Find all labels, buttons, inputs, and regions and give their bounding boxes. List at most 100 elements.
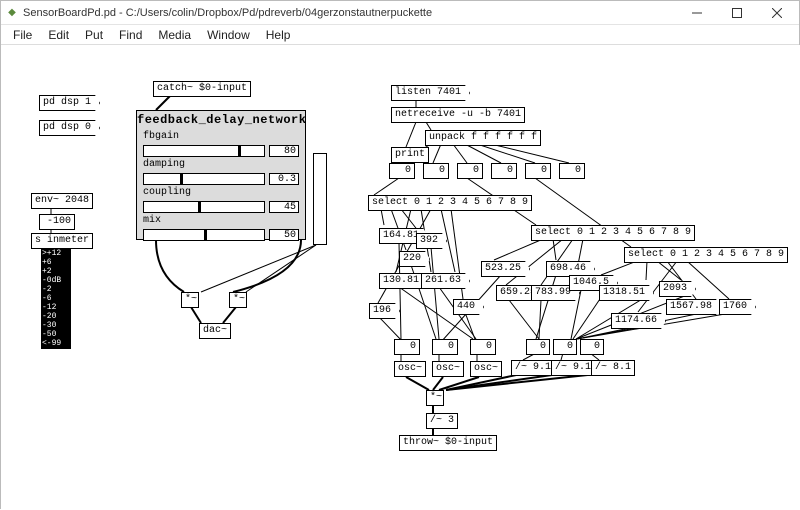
- label-coupling: coupling: [137, 187, 305, 198]
- label-damping: damping: [137, 159, 305, 170]
- slider-vertical[interactable]: [313, 153, 327, 245]
- obj-select-1[interactable]: select 0 1 2 3 4 5 6 7 8 9: [368, 195, 532, 211]
- vu-tick: -2: [41, 285, 71, 294]
- label-mix: mix: [137, 215, 305, 226]
- msg-dsp-1[interactable]: pd dsp 1: [39, 95, 100, 111]
- msg-freq-220[interactable]: 220: [399, 251, 430, 267]
- obj-label: *~: [185, 294, 197, 305]
- msg-dsp-0[interactable]: pd dsp 0: [39, 120, 100, 136]
- msg-freq-392[interactable]: 392: [416, 233, 447, 249]
- menu-put[interactable]: Put: [77, 26, 111, 44]
- vu-tick: -12: [41, 303, 71, 312]
- menu-edit[interactable]: Edit: [40, 26, 77, 44]
- msg-freq-698[interactable]: 698.46: [546, 261, 595, 277]
- label-fbgain: fbgain: [137, 131, 305, 142]
- obj-select-2[interactable]: select 0 1 2 3 4 5 6 7 8 9: [531, 225, 695, 241]
- obj-netreceive[interactable]: netreceive -u -b 7401: [391, 107, 525, 123]
- obj-label: select 0 1 2 3 4 5 6 7 8 9: [372, 197, 528, 208]
- patch-canvas[interactable]: pd dsp 1 pd dsp 0 env~ 2048 -100 s inmet…: [1, 45, 800, 510]
- close-button[interactable]: [757, 1, 797, 25]
- menu-find[interactable]: Find: [111, 26, 150, 44]
- menu-bar: File Edit Put Find Media Window Help: [1, 25, 799, 45]
- obj-label: dac~: [203, 325, 227, 336]
- obj-osc-2[interactable]: osc~: [432, 361, 464, 377]
- obj-dac[interactable]: dac~: [199, 323, 231, 339]
- vu-tick: >+12: [41, 249, 71, 258]
- menu-window[interactable]: Window: [199, 26, 258, 44]
- vu-meter: >+12 +6 +2 -0dB -2 -6 -12 -20 -30 -50 <-…: [41, 249, 71, 349]
- num-damping[interactable]: 0.3: [269, 173, 299, 185]
- obj-div-final[interactable]: /~ 3: [426, 413, 458, 429]
- num-unpack-1[interactable]: 0: [423, 163, 449, 179]
- obj-send-inmeter[interactable]: s inmeter: [31, 233, 93, 249]
- obj-label: *~: [233, 294, 245, 305]
- num-value: -100: [47, 216, 71, 227]
- maximize-button[interactable]: [717, 1, 757, 25]
- obj-throw[interactable]: throw~ $0-input: [399, 435, 497, 451]
- obj-env[interactable]: env~ 2048: [31, 193, 93, 209]
- slider-fbgain[interactable]: [143, 145, 265, 157]
- obj-select-3[interactable]: select 0 1 2 3 4 5 6 7 8 9: [624, 247, 788, 263]
- msg-freq-1760[interactable]: 1760: [719, 299, 756, 315]
- slider-coupling[interactable]: [143, 201, 265, 213]
- vu-tick: -0dB: [41, 276, 71, 285]
- num-unpack-0[interactable]: 0: [389, 163, 415, 179]
- vu-tick: -6: [41, 294, 71, 303]
- obj-label: print: [395, 149, 425, 160]
- msg-freq-130[interactable]: 130.81: [379, 273, 428, 289]
- obj-label: env~ 2048: [35, 195, 89, 206]
- vu-tick: <-99: [41, 339, 71, 348]
- msg-freq-2093[interactable]: 2093: [659, 281, 696, 297]
- obj-catch[interactable]: catch~ $0-input: [153, 81, 251, 97]
- menu-file[interactable]: File: [5, 26, 40, 44]
- minimize-button[interactable]: [677, 1, 717, 25]
- num-fbgain[interactable]: 80: [269, 145, 299, 157]
- num-unpack-5[interactable]: 0: [559, 163, 585, 179]
- obj-osc-1[interactable]: osc~: [394, 361, 426, 377]
- vu-tick: +6: [41, 258, 71, 267]
- slider-damping[interactable]: [143, 173, 265, 185]
- num-coupling[interactable]: 45: [269, 201, 299, 213]
- title-bar: ◆ SensorBoardPd.pd - C:/Users/colin/Drop…: [1, 1, 799, 25]
- num-unpack-4[interactable]: 0: [525, 163, 551, 179]
- obj-mul-sum[interactable]: *~: [426, 390, 444, 406]
- msg-freq-1174[interactable]: 1174.66: [611, 313, 666, 329]
- num-recv-1[interactable]: 0: [432, 339, 458, 355]
- msg-listen[interactable]: listen 7401: [391, 85, 470, 101]
- obj-div-2[interactable]: /~ 9.1: [551, 360, 595, 376]
- msg-freq-440[interactable]: 440: [453, 299, 484, 315]
- slider-mix[interactable]: [143, 229, 265, 241]
- obj-label: unpack f f f f f f: [429, 132, 537, 143]
- msg-freq-1318[interactable]: 1318.51: [599, 285, 654, 301]
- num-recv-2[interactable]: 0: [470, 339, 496, 355]
- vu-tick: -30: [41, 321, 71, 330]
- subpatch-fdn[interactable]: feedback_delay_network fbgain 80 damping…: [136, 110, 306, 240]
- num-mix[interactable]: 50: [269, 229, 299, 241]
- num-unpack-2[interactable]: 0: [457, 163, 483, 179]
- num-div-in-2[interactable]: 0: [580, 339, 604, 355]
- msg-freq-261[interactable]: 261.63: [421, 273, 470, 289]
- num-div-in-1[interactable]: 0: [553, 339, 577, 355]
- vu-tick: -50: [41, 330, 71, 339]
- num-div-in-0[interactable]: 0: [526, 339, 550, 355]
- msg-freq-523[interactable]: 523.25: [481, 261, 530, 277]
- num-env-out[interactable]: -100: [39, 214, 75, 230]
- num-recv-0[interactable]: 0: [394, 339, 420, 355]
- obj-div-1[interactable]: /~ 9.1: [511, 360, 555, 376]
- vu-tick: -20: [41, 312, 71, 321]
- msg-label: pd dsp 1: [43, 97, 91, 108]
- obj-osc-3[interactable]: osc~: [470, 361, 502, 377]
- msg-freq-1567[interactable]: 1567.98: [666, 299, 721, 315]
- menu-media[interactable]: Media: [150, 26, 199, 44]
- obj-unpack[interactable]: unpack f f f f f f: [425, 130, 541, 146]
- obj-label: select 0 1 2 3 4 5 6 7 8 9: [628, 249, 784, 260]
- obj-mul-right[interactable]: *~: [229, 292, 247, 308]
- obj-label: select 0 1 2 3 4 5 6 7 8 9: [535, 227, 691, 238]
- obj-label: netreceive -u -b 7401: [395, 109, 521, 120]
- msg-freq-196[interactable]: 196: [369, 303, 400, 319]
- obj-mul-left[interactable]: *~: [181, 292, 199, 308]
- menu-help[interactable]: Help: [258, 26, 299, 44]
- obj-div-3[interactable]: /~ 8.1: [591, 360, 635, 376]
- obj-print[interactable]: print: [391, 147, 429, 163]
- num-unpack-3[interactable]: 0: [491, 163, 517, 179]
